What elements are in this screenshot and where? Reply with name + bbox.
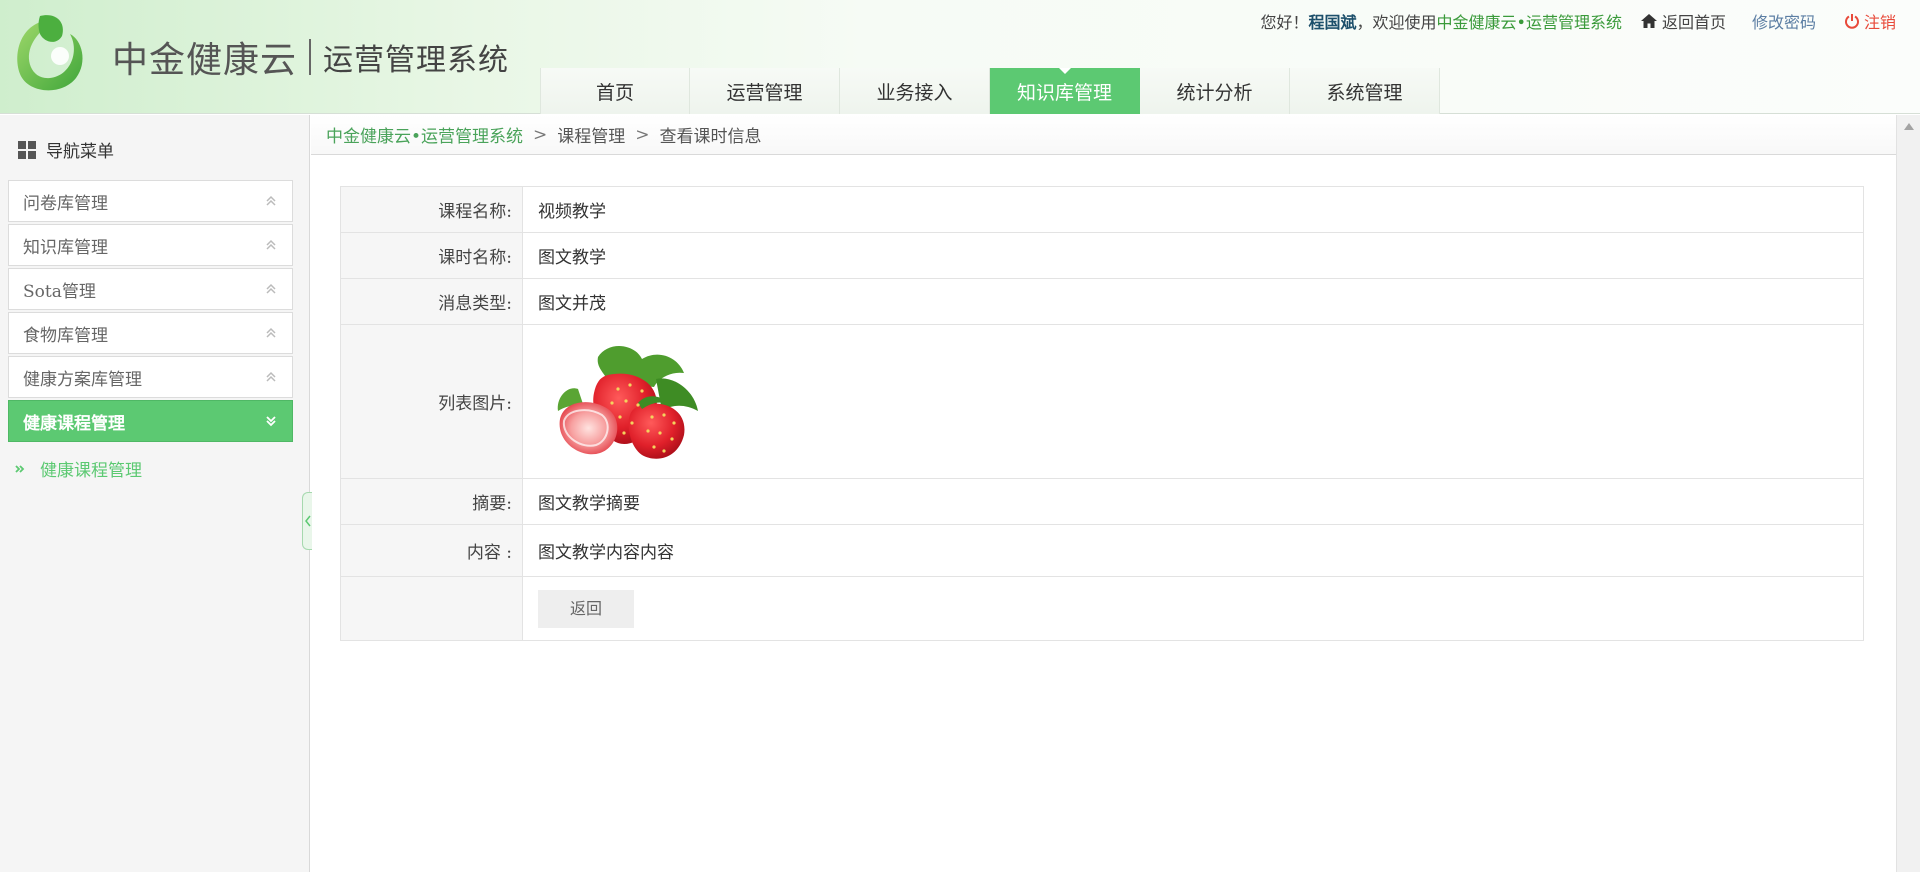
back-button[interactable]: 返回 [538,589,634,628]
sidebar-item-health-course[interactable]: 健康课程管理 [8,400,293,442]
chevron-up-double-icon [266,239,276,250]
sidebar-title: 导航菜单 [18,137,114,162]
message-type-value: 图文并茂 [522,278,1864,325]
breadcrumb-course-management[interactable]: 课程管理 [557,122,625,147]
welcome-text: ，欢迎使用 [1356,13,1437,32]
nav-tab-knowledge-base[interactable]: 知识库管理 [990,68,1140,114]
list-image-cell [522,324,1864,479]
lesson-name-label: 课时名称: [340,232,523,279]
sidebar-collapse-toggle[interactable] [302,492,312,550]
collapse-arrow-icon [304,515,311,527]
breadcrumb-separator: > [533,124,548,145]
content-label: 内容 : [340,524,523,577]
breadcrumb-current: 查看课时信息 [659,127,762,147]
sidebar-item-label: Sota管理 [23,281,96,302]
system-name: 运营管理系统 [323,43,510,78]
sidebar-item-label: 健康方案库管理 [23,369,142,390]
chevron-up-double-icon [266,327,276,338]
home-icon [1640,14,1657,28]
sidebar-item-food[interactable]: 食物库管理 [8,312,293,354]
change-password-link[interactable]: 修改密码 [1752,9,1816,33]
nav-tab-operations[interactable]: 运营管理 [690,68,840,114]
table-row: 列表图片: [340,324,1864,479]
main-nav: 首页 运营管理 业务接入 知识库管理 统计分析 系统管理 [540,68,1440,114]
sidebar-item-questionnaire[interactable]: 问卷库管理 [8,180,293,222]
content-value: 图文教学内容内容 [522,524,1864,577]
logout-label: 注销 [1863,13,1896,32]
sidebar: 导航菜单 问卷库管理 知识库管理 Sota管理 食物库管理 健康方案库管理 健康… [0,115,310,872]
logout-link[interactable]: 注销 [1844,9,1896,33]
brand-divider [309,39,312,75]
breadcrumb: 中金健康云•运营管理系统 > 课程管理 > 查看课时信息 [311,115,1896,155]
summary-value: 图文教学摘要 [522,478,1864,525]
power-icon [1845,14,1859,29]
welcome-system: 中金健康云•运营管理系统 [1436,13,1622,32]
grid-icon [18,140,36,159]
header: 中金健康云 运营管理系统 您好！ 程国斌 ，欢迎使用 中金健康云•运营管理系统 … [0,0,1920,114]
scroll-up-arrow-icon[interactable] [1904,123,1914,130]
lesson-name-value: 图文教学 [522,232,1864,279]
course-name-label: 课程名称: [340,186,523,233]
home-link-label: 返回首页 [1661,13,1726,32]
nav-tab-system[interactable]: 系统管理 [1290,68,1440,114]
table-row: 内容 : 图文教学内容内容 [340,524,1864,577]
chevron-up-double-icon [266,283,276,294]
nav-tab-business-access[interactable]: 业务接入 [840,68,990,114]
list-image-label: 列表图片: [340,324,523,479]
sidebar-title-label: 导航菜单 [46,142,114,162]
page-scrollbar[interactable] [1896,115,1920,872]
chevron-up-double-icon [266,195,276,206]
sidebar-item-label: 问卷库管理 [23,193,108,214]
summary-label: 摘要: [340,478,523,525]
table-row: 课时名称: 图文教学 [340,232,1864,279]
table-row: 消息类型: 图文并茂 [340,278,1864,325]
chevron-down-double-icon [266,416,276,427]
empty-label-cell [340,576,523,641]
submenu-item-health-course[interactable]: 健康课程管理 [8,456,293,481]
sidebar-item-health-plan[interactable]: 健康方案库管理 [8,356,293,398]
table-row: 摘要: 图文教学摘要 [340,478,1864,525]
table-row: 课程名称: 视频教学 [340,186,1864,233]
home-link[interactable]: 返回首页 [1640,9,1726,33]
breadcrumb-home[interactable]: 中金健康云•运营管理系统 [326,122,523,147]
nav-tab-statistics[interactable]: 统计分析 [1140,68,1290,114]
brand: 中金健康云 运营管理系统 [112,34,510,81]
course-name-value: 视频教学 [522,186,1864,233]
sidebar-item-label: 知识库管理 [23,237,108,258]
sidebar-item-label: 食物库管理 [23,325,108,346]
brand-name: 中金健康云 [112,40,298,81]
breadcrumb-separator: > [635,124,650,145]
sidebar-item-sota[interactable]: Sota管理 [8,268,293,310]
leaf-logo-icon [17,15,83,91]
message-type-label: 消息类型: [340,278,523,325]
strawberry-image [557,345,698,459]
user-bar: 您好！ 程国斌 ，欢迎使用 中金健康云•运营管理系统 返回首页 修改密码 注销 [1260,10,1896,32]
action-cell: 返回 [522,576,1864,641]
lesson-detail-table: 课程名称: 视频教学 课时名称: 图文教学 消息类型: 图文并茂 列表图片: 摘… [340,186,1864,641]
submenu-item-label: 健康课程管理 [40,461,142,481]
table-row: 返回 [340,576,1864,641]
nav-tab-home[interactable]: 首页 [540,68,690,114]
sidebar-item-label: 健康课程管理 [23,413,125,434]
sidebar-item-knowledge[interactable]: 知识库管理 [8,224,293,266]
chevron-up-double-icon [266,371,276,382]
chevron-right-double-icon [15,464,25,473]
greeting: 您好！ [1260,13,1309,32]
sidebar-menu: 问卷库管理 知识库管理 Sota管理 食物库管理 健康方案库管理 健康课程管理 … [8,180,293,481]
user-name: 程国斌 [1308,13,1357,32]
